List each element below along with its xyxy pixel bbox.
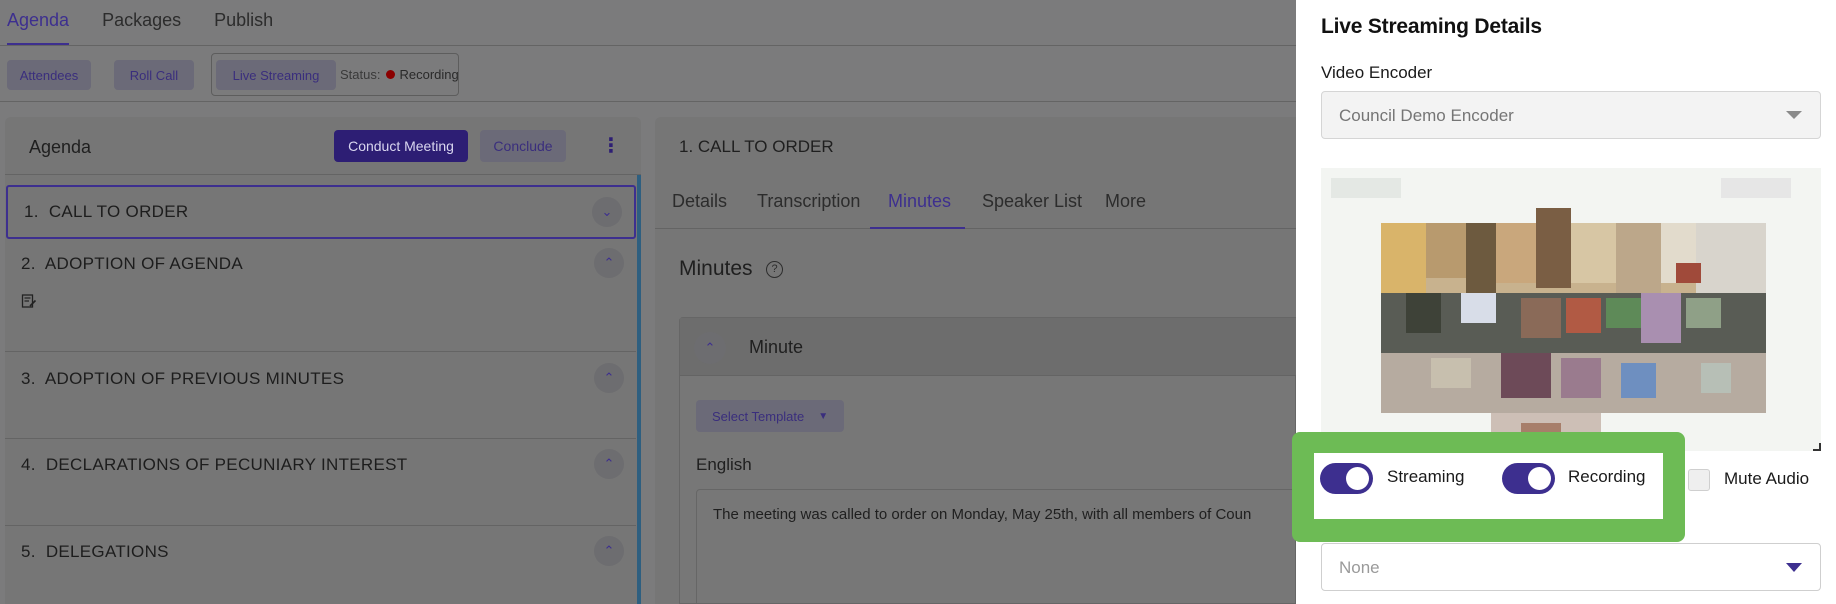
agenda-item[interactable]: 3. ADOPTION OF PREVIOUS MINUTES ⌃ <box>5 353 636 439</box>
minute-text: The meeting was called to order on Monda… <box>713 506 1252 523</box>
chevron-down-icon <box>1786 563 1802 572</box>
mute-audio-checkbox[interactable] <box>1688 469 1710 491</box>
select-template-label: Select Template <box>712 408 805 424</box>
top-nav: Agenda Packages Publish <box>0 0 1296 46</box>
stream-record-toggles: Streaming Recording <box>1314 453 1663 519</box>
meeting-toolbar: Attendees Roll Call Live Streaming Statu… <box>0 47 1296 102</box>
agenda-item-title: 3. ADOPTION OF PREVIOUS MINUTES <box>21 369 344 389</box>
live-streaming-button[interactable]: Live Streaming <box>216 60 336 90</box>
chevron-down-icon <box>1786 111 1802 119</box>
video-encoder-value: Council Demo Encoder <box>1339 106 1514 125</box>
minute-text-editor[interactable]: The meeting was called to order on Monda… <box>696 489 1297 604</box>
active-tab-indicator <box>870 227 965 229</box>
agenda-panel: Agenda Conduct Meeting Conclude ⋮ 1. CAL… <box>5 117 641 604</box>
agenda-item-title: 5. DELEGATIONS <box>21 542 169 562</box>
toggle-knob <box>1346 467 1369 490</box>
agenda-item-number: 3. <box>21 369 36 388</box>
chevron-up-icon[interactable]: ⌃ <box>594 363 624 393</box>
agenda-item-number: 5. <box>21 542 36 561</box>
pixelated-video-frame <box>1321 168 1821 451</box>
tab-minutes[interactable]: Minutes <box>888 191 951 212</box>
drawer-title: Live Streaming Details <box>1321 15 1542 38</box>
agenda-item-title: 1. CALL TO ORDER <box>24 202 188 222</box>
agenda-item-number: 1. <box>24 202 39 221</box>
secondary-select[interactable]: None <box>1321 543 1821 591</box>
help-icon[interactable]: ? <box>766 261 783 278</box>
video-preview <box>1321 168 1821 451</box>
mute-audio-label: Mute Audio <box>1724 469 1810 488</box>
conclude-button[interactable]: Conclude <box>480 130 566 162</box>
tab-more[interactable]: More <box>1105 191 1146 212</box>
tab-publish[interactable]: Publish <box>214 10 273 45</box>
status-label: Status: <box>340 67 381 82</box>
secondary-select-value: None <box>1339 558 1380 577</box>
select-template-dropdown[interactable]: Select Template ▼ <box>696 400 844 432</box>
recording-label: Recording <box>1568 467 1646 486</box>
resize-handle-icon[interactable] <box>1813 443 1821 451</box>
chevron-up-icon[interactable]: ⌃ <box>594 449 624 479</box>
toggle-knob <box>1528 467 1551 490</box>
tab-packages[interactable]: Packages <box>102 10 181 45</box>
tab-agenda[interactable]: Agenda <box>7 10 70 45</box>
chevron-up-icon[interactable]: ⌃ <box>594 536 624 566</box>
agenda-item-label: DELEGATIONS <box>45 542 169 561</box>
agenda-item[interactable]: 5. DELEGATIONS ⌃ <box>5 527 636 604</box>
video-encoder-label: Video Encoder <box>1321 63 1433 82</box>
video-encoder-select[interactable]: Council Demo Encoder <box>1321 91 1821 139</box>
tab-details[interactable]: Details <box>672 191 727 212</box>
edit-note-icon[interactable] <box>21 293 37 309</box>
recording-status: Status: Recording <box>340 67 459 82</box>
attendees-button[interactable]: Attendees <box>7 60 91 90</box>
roll-call-button[interactable]: Roll Call <box>114 60 194 90</box>
tab-transcription[interactable]: Transcription <box>757 191 860 212</box>
recording-toggle[interactable] <box>1502 463 1555 494</box>
agenda-item[interactable]: 2. ADOPTION OF AGENDA ⌃ <box>5 241 636 352</box>
chevron-up-icon[interactable]: ⌃ <box>594 248 624 278</box>
streaming-toggle[interactable] <box>1320 463 1373 494</box>
conduct-meeting-button[interactable]: Conduct Meeting <box>334 130 468 162</box>
agenda-item[interactable]: 4. DECLARATIONS OF PECUNIARY INTEREST ⌃ <box>5 440 636 526</box>
agenda-item-label: CALL TO ORDER <box>48 202 189 221</box>
agenda-item-label: ADOPTION OF PREVIOUS MINUTES <box>44 369 345 388</box>
language-label: English <box>696 455 752 474</box>
chevron-up-icon[interactable]: ⌃ <box>694 332 726 364</box>
app-background: Agenda Packages Publish Attendees Roll C… <box>0 0 1297 604</box>
more-options-icon[interactable]: ⋮ <box>601 133 621 159</box>
agenda-item-detail-panel: 1. CALL TO ORDER Details Transcription M… <box>655 117 1297 604</box>
chevron-down-icon[interactable]: ⌄ <box>592 197 622 227</box>
minute-card: ⌃ Minute Select Template ▼ English The m… <box>679 317 1297 604</box>
agenda-item-number: 4. <box>21 455 36 474</box>
agenda-item-number: 2. <box>21 254 36 273</box>
status-value: Recording <box>399 67 459 82</box>
agenda-header: Agenda Conduct Meeting Conclude ⋮ <box>5 117 641 175</box>
minutes-heading: Minutes <box>679 257 753 280</box>
recording-dot-icon <box>386 70 396 79</box>
tab-speaker-list[interactable]: Speaker List <box>982 191 1082 212</box>
agenda-item-label: ADOPTION OF AGENDA <box>44 254 243 273</box>
chevron-down-icon: ▼ <box>818 410 829 422</box>
minute-header: ⌃ Minute <box>680 318 1297 376</box>
minute-title: Minute <box>749 337 804 357</box>
agenda-scrollbar[interactable] <box>637 175 641 604</box>
agenda-item-title: 2. ADOPTION OF AGENDA <box>21 254 243 274</box>
streaming-label: Streaming <box>1387 467 1465 486</box>
agenda-item[interactable]: 1. CALL TO ORDER ⌄ <box>6 185 636 239</box>
agenda-item-label: DECLARATIONS OF PECUNIARY INTEREST <box>45 455 408 474</box>
agenda-title: Agenda <box>29 137 92 157</box>
detail-tabs: Details Transcription Minutes Speaker Li… <box>655 175 1296 229</box>
detail-title: 1. CALL TO ORDER <box>679 137 834 156</box>
agenda-item-title: 4. DECLARATIONS OF PECUNIARY INTEREST <box>21 455 407 475</box>
